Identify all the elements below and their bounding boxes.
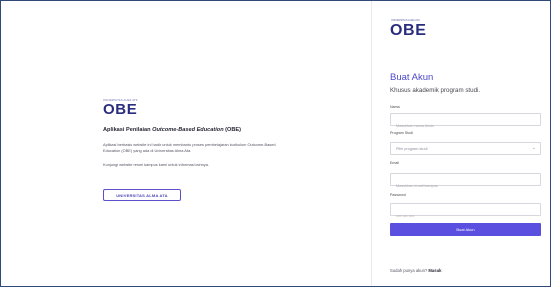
university-website-button[interactable]: UNIVERSITAS ALMA ATA [103,189,181,201]
email-field[interactable] [390,173,541,192]
password-field[interactable] [390,203,541,222]
app-window: UNIVERSITAS ALMA ATA OBE Aplikasi Penila… [0,0,551,287]
password-label: Password [390,193,406,197]
app-title-italic: Outcome-Based Education [152,127,224,133]
panel-divider [371,1,372,286]
left-info-panel: UNIVERSITAS ALMA ATA OBE Aplikasi Penila… [103,99,303,201]
password-input[interactable] [391,210,540,222]
login-link[interactable]: Masuk [428,268,441,273]
create-account-button[interactable]: Buat Akun [390,223,541,236]
visit-hint: Kunjungi website resmi kampus kami untuk… [103,162,209,168]
name-input[interactable] [391,120,540,132]
login-prompt-text: Sudah punya akun? [390,268,429,273]
app-title-prefix: Aplikasi Penilaian [103,127,153,133]
program-select[interactable]: Pilih program studi ⌄ [390,142,541,155]
login-prompt: Sudah punya akun? Masuk [390,268,441,273]
obe-logo: OBE [390,22,427,39]
program-select-value: Pilih program studi [396,147,428,151]
app-description: Aplikasi berbasis website ini hadir untu… [103,142,276,154]
app-title-suffix: (OBE) [223,127,242,133]
obe-logo: OBE [103,101,138,118]
page-subtitle: Khusus akademik program studi. [390,87,481,94]
register-panel: UNIVERSITAS ALMA ATA OBE Buat Akun Khusu… [390,1,542,286]
program-label: Program Studi [390,131,413,135]
page-title: Buat Akun [390,72,434,83]
app-title: Aplikasi Penilaian Outcome-Based Educati… [103,127,303,133]
email-label: Email [390,161,399,165]
name-field[interactable] [390,113,541,132]
chevron-down-icon: ⌄ [531,145,536,151]
name-label: Nama [390,105,400,109]
email-input[interactable] [391,180,540,192]
